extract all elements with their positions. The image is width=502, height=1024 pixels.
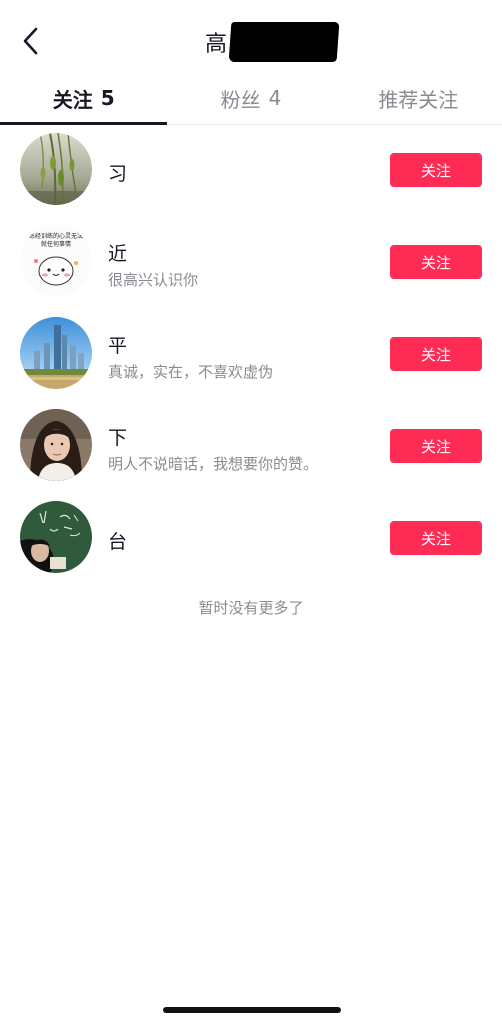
- tab-bar: 关注 5 粉丝 4 推荐关注: [0, 72, 502, 125]
- follow-button[interactable]: 关注: [390, 153, 482, 187]
- back-button[interactable]: [14, 24, 48, 58]
- page-title-wrap: 高: [205, 22, 340, 62]
- user-name[interactable]: 台: [108, 527, 127, 554]
- chevron-left-icon: [23, 27, 38, 55]
- avatar[interactable]: [20, 501, 92, 573]
- tab-recommended-label: 推荐关注: [378, 87, 459, 112]
- following-list: 习 关注 练经训练的心灵无法 就任何事情 近 很高兴认识你 关注 平 真诚，实在…: [0, 125, 502, 585]
- list-item[interactable]: 下 明人不说暗话，我想要你的赞。 关注: [0, 401, 502, 493]
- follow-button[interactable]: 关注: [390, 245, 482, 279]
- follow-button[interactable]: 关注: [390, 429, 482, 463]
- list-item[interactable]: 平 真诚，实在，不喜欢虚伪 关注: [0, 309, 502, 401]
- top-nav-bar: 高: [0, 0, 502, 80]
- tab-followers-count: 4: [268, 86, 282, 110]
- sticker-avatar-image: 练经训练的心灵无法 就任何事情: [20, 225, 92, 297]
- home-indicator[interactable]: [163, 1007, 341, 1013]
- skyline-avatar-image: [20, 317, 92, 389]
- tab-recommended[interactable]: 推荐关注: [335, 72, 502, 124]
- page-title: 高: [205, 32, 229, 57]
- chalkboard-avatar-image: [20, 501, 92, 573]
- user-name[interactable]: 习: [108, 159, 127, 186]
- portrait-avatar-image: [20, 409, 92, 481]
- redaction-mark: [228, 22, 340, 62]
- no-more-text: 暂时没有更多了: [198, 599, 304, 617]
- tab-following[interactable]: 关注 5: [0, 72, 168, 125]
- user-name[interactable]: 近: [108, 239, 127, 266]
- avatar-sticker-text-1: 练经训练的心灵无法: [29, 232, 83, 240]
- tab-followers[interactable]: 粉丝 4: [167, 72, 334, 124]
- willow-avatar-image: [20, 133, 92, 205]
- follow-button[interactable]: 关注: [390, 521, 482, 555]
- user-bio: 明人不说暗话，我想要你的赞。: [108, 455, 319, 473]
- list-item[interactable]: 台 关注: [0, 493, 502, 585]
- follow-button[interactable]: 关注: [390, 337, 482, 371]
- user-bio: 真诚，实在，不喜欢虚伪: [108, 363, 274, 381]
- avatar[interactable]: 练经训练的心灵无法 就任何事情: [20, 225, 92, 297]
- user-bio: 很高兴认识你: [108, 271, 199, 289]
- user-name[interactable]: 平: [108, 331, 127, 358]
- user-name[interactable]: 下: [108, 423, 127, 450]
- avatar[interactable]: [20, 133, 92, 205]
- tab-followers-label: 粉丝: [220, 87, 261, 112]
- tab-following-count: 5: [100, 86, 115, 110]
- avatar-sticker-text-2: 就任何事情: [41, 240, 71, 248]
- list-item[interactable]: 练经训练的心灵无法 就任何事情 近 很高兴认识你 关注: [0, 217, 502, 309]
- list-item[interactable]: 习 关注: [0, 125, 502, 217]
- tab-following-label: 关注: [52, 87, 93, 112]
- avatar[interactable]: [20, 409, 92, 481]
- avatar[interactable]: [20, 317, 92, 389]
